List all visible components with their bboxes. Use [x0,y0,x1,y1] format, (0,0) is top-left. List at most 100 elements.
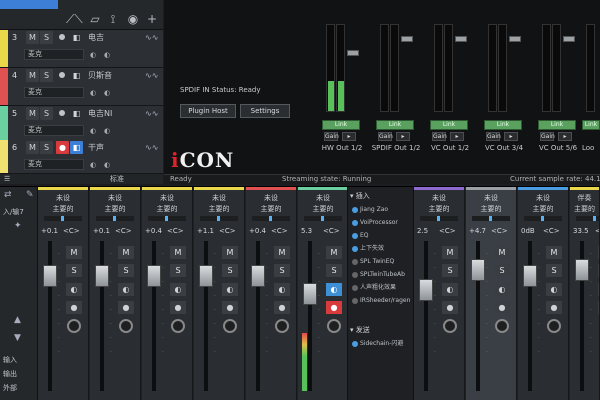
external-section-label[interactable]: 外部 [3,383,17,393]
insert-slot[interactable]: SPLTwinTubeAb [350,270,413,280]
track-input-select[interactable]: 麦克 [24,125,84,136]
output-fader-handle[interactable] [563,36,575,42]
gain-right-icon[interactable]: ▸ [450,132,464,141]
pan-readout[interactable]: <C> [271,227,288,235]
monitor-icon[interactable]: ◐ [222,283,238,296]
channel-input[interactable]: 未设 [298,193,348,203]
add-track-icon[interactable]: + [145,12,159,26]
fader-handle[interactable] [303,283,317,305]
record-icon[interactable]: ● [222,301,238,314]
channel-output[interactable]: 主要的 [466,204,516,214]
insert-slot[interactable]: 上下失效 [350,244,413,254]
mute-button[interactable]: M [170,246,186,259]
monitor-icon[interactable]: ◐ [326,283,342,296]
volume-readout[interactable]: +1.1 [197,227,214,235]
track-input-select[interactable]: 麦克 [24,159,84,170]
channel-input[interactable]: 未设 [38,193,88,203]
monitor-icon[interactable]: ◐ [170,283,186,296]
collapse-down-icon[interactable]: ▼ [14,333,21,343]
eye-icon[interactable]: ◉ [126,12,140,26]
pan-readout[interactable]: <C> [595,227,599,235]
solo-button[interactable]: S [274,264,290,277]
record-arm-button[interactable] [59,110,65,116]
pan-readout[interactable]: <C> [115,227,132,235]
tracks-selector[interactable] [0,0,58,9]
gain-right-icon[interactable]: ▸ [558,132,572,141]
pan-readout[interactable]: <C> [439,227,456,235]
mute-button[interactable]: M [442,246,458,259]
channel-output[interactable]: 主要的 [414,204,464,214]
trim-knob[interactable] [67,319,81,333]
volume-readout[interactable]: +0.1 [41,227,58,235]
volume-readout[interactable]: +0.1 [93,227,110,235]
monitor-icon[interactable]: ◧ [70,31,83,44]
link-button[interactable]: Link [376,120,414,130]
input-section-label[interactable]: 输入 [3,355,17,365]
automation-icon[interactable]: ⟋⟍ [66,12,83,26]
trim-knob[interactable] [443,319,457,333]
pan-readout[interactable]: <C> [63,227,80,235]
mute-button[interactable]: M [66,246,82,259]
insert-slot[interactable]: EQ [350,231,413,241]
solo-button[interactable]: S [40,69,53,82]
fader-handle[interactable] [575,259,589,281]
solo-button[interactable]: S [494,264,510,277]
insert-slot[interactable]: VoiProcessor [350,218,413,228]
plugin-host-button[interactable]: Plugin Host [180,104,236,118]
output-fader-handle[interactable] [509,36,521,42]
mute-button[interactable]: M [26,141,39,154]
monitor-icon[interactable]: ◐ [118,283,134,296]
pan-slider[interactable] [420,216,458,221]
monitor-icon[interactable]: ◐ [66,283,82,296]
link-button[interactable]: Link [484,120,522,130]
volume-readout[interactable]: 0dB [521,227,535,235]
mute-button[interactable]: M [26,107,39,120]
input-settings-icon[interactable]: ◐ [88,88,98,98]
channel-input[interactable]: 未设 [246,193,296,203]
insert-slot[interactable]: SPL TwinEQ [350,257,413,267]
monitor-button[interactable]: ◧ [70,141,83,154]
pan-slider[interactable] [576,216,599,221]
solo-button[interactable]: S [118,264,134,277]
marker-icon[interactable]: ▱ [88,12,102,26]
input-settings-icon[interactable]: ◐ [88,160,98,170]
record-icon[interactable]: ● [170,301,186,314]
fader-handle[interactable] [523,265,537,287]
track-row[interactable]: 4 M S ◧ 贝斯音 ∿∿ 麦克 ◐ ◐ [0,68,163,106]
gain-left[interactable]: Gain [324,132,339,141]
record-icon[interactable]: ● [66,301,82,314]
channel-output[interactable]: 主要的 [194,204,244,214]
solo-button[interactable]: S [40,31,53,44]
channel-output[interactable]: 主要的 [570,204,599,214]
gain-left[interactable]: Gain [432,132,447,141]
gain-left[interactable]: Gain [486,132,501,141]
fader-handle[interactable] [43,265,57,287]
input-settings-icon[interactable]: ◐ [88,126,98,136]
channel-output[interactable]: 主要的 [142,204,192,214]
track-row[interactable]: 6 M S ● ◧ 干声 ∿∿ 麦克 ◐ ◐ [0,140,163,174]
link-button[interactable]: Link [582,120,600,130]
mute-button[interactable]: M [118,246,134,259]
fader-handle[interactable] [419,279,433,301]
io-selector[interactable]: 入/输7 [3,207,24,217]
mute-button[interactable]: M [222,246,238,259]
volume-readout[interactable]: 5.3 [301,227,312,235]
gain-right-icon[interactable]: ▸ [396,132,410,141]
settings-button[interactable]: Settings [240,104,290,118]
volume-readout[interactable]: 2.5 [417,227,428,235]
record-arm-button[interactable] [59,72,65,78]
record-icon[interactable]: ● [494,301,510,314]
record-icon[interactable]: ● [326,301,342,314]
pan-slider[interactable] [524,216,562,221]
solo-button[interactable]: S [546,264,562,277]
zoom-mode-label[interactable]: 标准 [110,174,124,184]
solo-button[interactable]: S [326,264,342,277]
trim-knob[interactable] [223,319,237,333]
gain-right-icon[interactable]: ▸ [504,132,518,141]
solo-button[interactable]: S [442,264,458,277]
track-name[interactable]: 干声 [88,142,104,153]
insert-slot[interactable]: Jiang Zao [350,205,413,215]
link-button[interactable]: Link [430,120,468,130]
channel-output[interactable]: 主要的 [90,204,140,214]
track-name[interactable]: 电吉 [88,32,104,43]
